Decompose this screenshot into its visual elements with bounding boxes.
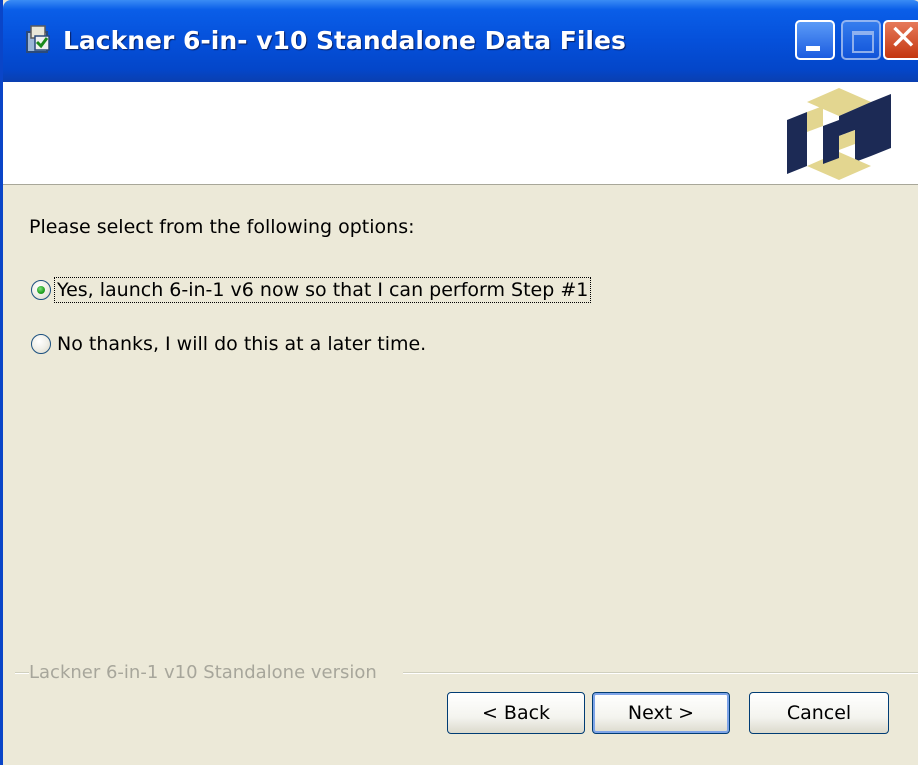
group-divider-right: [403, 672, 918, 674]
header-banner: [3, 82, 918, 185]
option-later-label[interactable]: No thanks, I will do this at a later tim…: [55, 332, 428, 356]
radio-dot-icon: [37, 286, 45, 294]
installer-window: Lackner 6-in- v10 Standalone Data Files …: [0, 0, 918, 765]
cancel-button[interactable]: Cancel: [749, 692, 889, 734]
close-icon: ✕: [889, 18, 918, 58]
group-label: Lackner 6-in-1 v10 Standalone version: [29, 662, 377, 683]
minimize-button[interactable]: [795, 20, 835, 60]
close-button[interactable]: ✕: [883, 18, 918, 60]
window-title: Lackner 6-in- v10 Standalone Data Files: [63, 26, 626, 55]
options-prompt: Please select from the following options…: [29, 216, 415, 238]
maximize-icon: [852, 31, 874, 53]
logo-icon: [787, 88, 891, 180]
option-later[interactable]: No thanks, I will do this at a later tim…: [31, 332, 428, 356]
minimize-icon: [806, 46, 820, 51]
title-bar[interactable]: Lackner 6-in- v10 Standalone Data Files …: [3, 0, 918, 82]
installer-icon: [26, 25, 50, 53]
radio-button-checked[interactable]: [31, 280, 51, 300]
radio-button-unchecked[interactable]: [31, 334, 51, 354]
maximize-button[interactable]: [841, 20, 881, 60]
group-divider-left: [15, 672, 29, 674]
option-launch-now[interactable]: Yes, launch 6-in-1 v6 now so that I can …: [31, 277, 592, 303]
back-button[interactable]: < Back: [447, 692, 585, 734]
option-launch-now-label[interactable]: Yes, launch 6-in-1 v6 now so that I can …: [53, 277, 592, 303]
next-button[interactable]: Next >: [592, 692, 730, 734]
